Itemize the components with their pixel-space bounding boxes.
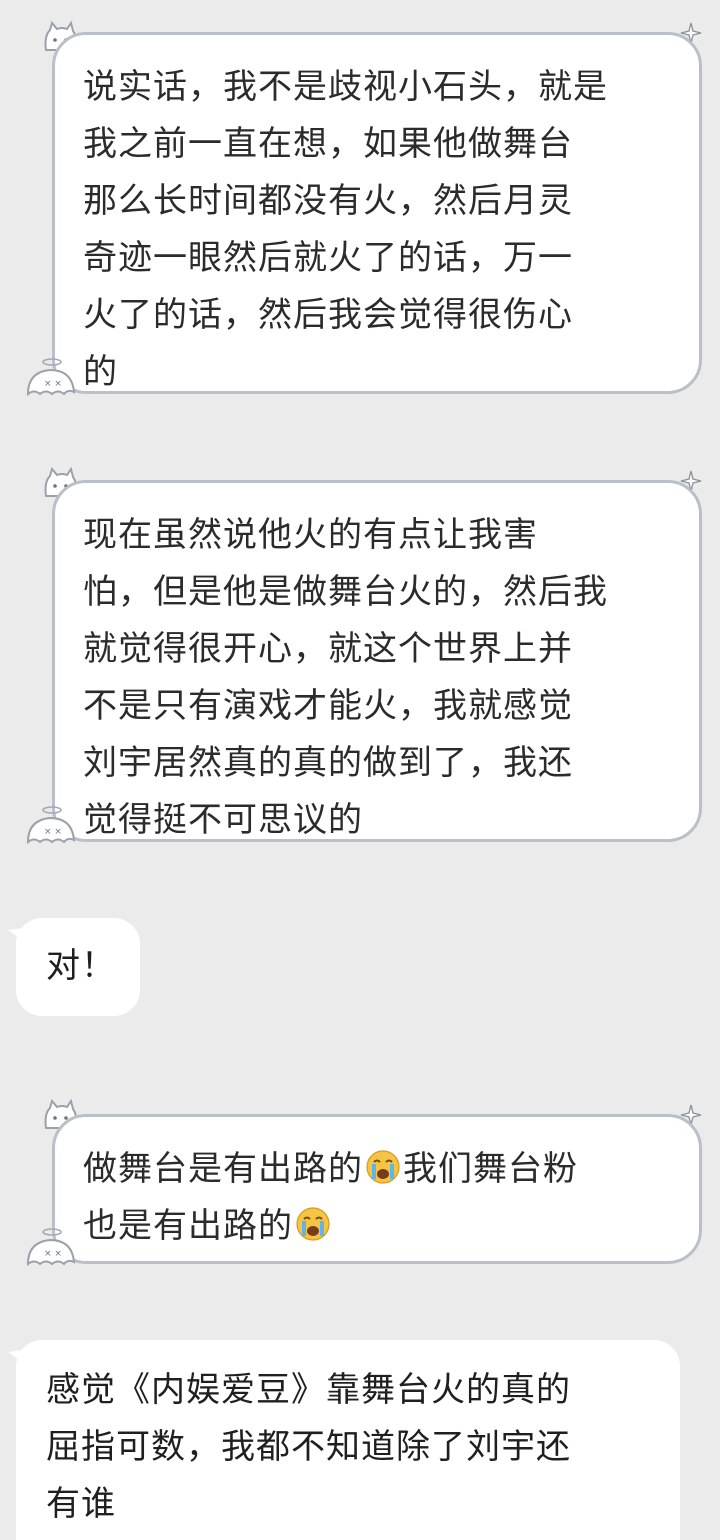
svg-text:× ×: × × bbox=[44, 1249, 62, 1259]
loudly-crying-face-icon bbox=[366, 1150, 400, 1184]
message-bubble: 做舞台是有出路的 我们舞台粉 也是有出路的 bbox=[52, 1114, 702, 1264]
message-bubble: 现在虽然说他火的有点让我害 怕，但是他是做舞台火的，然后我 就觉得很开心，就这个… bbox=[52, 480, 702, 842]
ghost-sticker-icon: × × bbox=[26, 806, 76, 845]
svg-text:× ×: × × bbox=[44, 379, 62, 389]
loudly-crying-face-icon bbox=[296, 1207, 330, 1241]
message-bubble: 对！ bbox=[16, 918, 140, 1016]
message-text: 做舞台是有出路的 我们舞台粉 也是有出路的 bbox=[83, 1141, 675, 1255]
ghost-sticker-icon: × × bbox=[26, 358, 76, 397]
chat-thread: 说实话，我不是歧视小石头，就是 我之前一直在想，如果他做舞台 那么长时间都没有火… bbox=[0, 0, 720, 1540]
ghost-sticker-icon: × × bbox=[26, 1228, 76, 1267]
message-text: 现在虽然说他火的有点让我害 怕，但是他是做舞台火的，然后我 就觉得很开心，就这个… bbox=[83, 515, 608, 840]
message-text: 对！ bbox=[46, 946, 116, 986]
message-text-part: 做舞台是有出路的 bbox=[83, 1149, 363, 1189]
message-text: 说实话，我不是歧视小石头，就是 我之前一直在想，如果他做舞台 那么长时间都没有火… bbox=[83, 67, 608, 392]
message-bubble: 感觉《内娱爱豆》靠舞台火的真的 屈指可数，我都不知道除了刘宇还 有谁 bbox=[16, 1340, 680, 1540]
svg-text:× ×: × × bbox=[44, 827, 62, 837]
message-bubble: 说实话，我不是歧视小石头，就是 我之前一直在想，如果他做舞台 那么长时间都没有火… bbox=[52, 32, 702, 394]
message-text: 感觉《内娱爱豆》靠舞台火的真的 屈指可数，我都不知道除了刘宇还 有谁 bbox=[46, 1370, 571, 1524]
